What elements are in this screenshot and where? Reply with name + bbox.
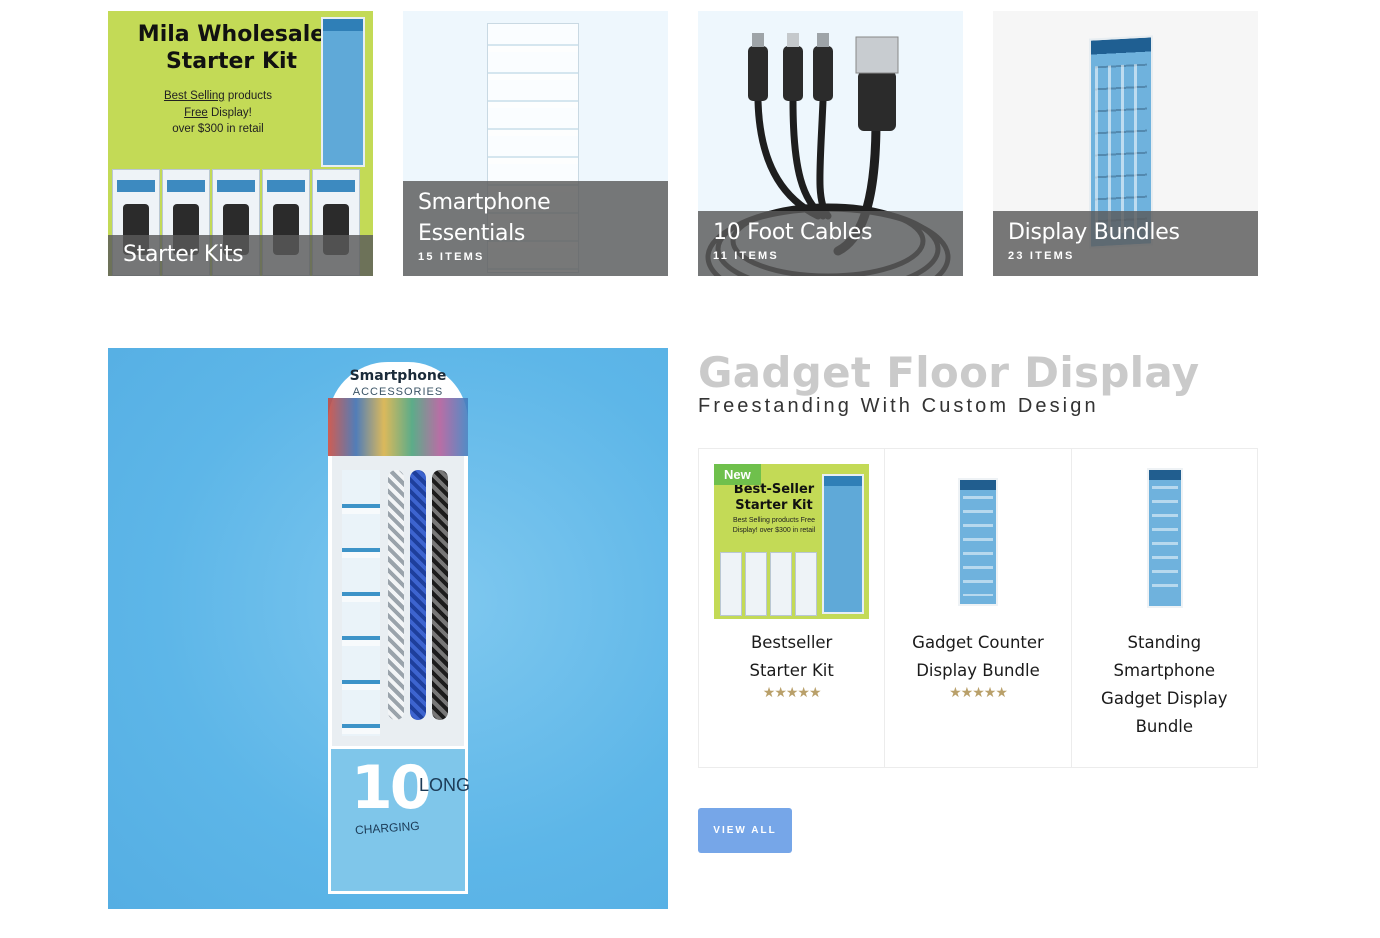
section-title: Gadget Floor Display xyxy=(698,348,1200,397)
promo-text: Best Selling products Free Display! over… xyxy=(163,90,273,135)
product-card[interactable]: Best-Seller Starter Kit Best Selling pro… xyxy=(699,449,886,767)
product-image[interactable] xyxy=(900,464,1055,619)
product-card[interactable]: Standing Smartphone Gadget Display Bundl… xyxy=(1072,449,1257,767)
new-badge: New xyxy=(714,464,761,485)
tile-caption: Smartphone Essentials 15 ITEMS xyxy=(403,181,668,276)
tile-item-count: 11 ITEMS xyxy=(713,250,779,262)
rating-stars: ★★★★★ xyxy=(949,685,1008,701)
product-image[interactable] xyxy=(1087,464,1242,619)
display-header-title: Smartphone xyxy=(349,368,447,384)
product-image-text: Best Selling products Free Display! over… xyxy=(732,517,816,534)
category-tile-display-bundles[interactable]: Display Bundles 23 ITEMS xyxy=(993,11,1258,276)
tile-title: Starter Kits xyxy=(123,242,244,267)
section-subtitle: Freestanding With Custom Design xyxy=(698,395,1099,417)
category-tile-10-foot-cables[interactable]: 10 Foot Cables 11 ITEMS xyxy=(698,11,963,276)
display-rack-image xyxy=(321,17,365,167)
product-grid: Best-Seller Starter Kit Best Selling pro… xyxy=(698,448,1258,768)
product-name[interactable]: Gadget Counter Display Bundle xyxy=(908,629,1048,685)
promo-heading: Mila Wholesale Starter Kit xyxy=(137,22,326,74)
display-rack-image xyxy=(822,474,864,614)
product-pack-image xyxy=(720,552,742,616)
tile-title: 10 Foot Cables xyxy=(713,220,873,245)
product-image-heading: Best-Seller Starter Kit xyxy=(733,482,815,513)
tile-caption: Starter Kits xyxy=(108,235,373,276)
product-name-block: Gadget Counter Display Bundle ★★★★★ xyxy=(895,629,1060,700)
tile-title: Display Bundles xyxy=(1008,220,1180,245)
display-base: 10 LONG CHARGING xyxy=(328,746,471,894)
cable-silver xyxy=(388,470,404,720)
rating-stars: ★★★★★ xyxy=(762,685,822,701)
product-image[interactable]: Best-Seller Starter Kit Best Selling pro… xyxy=(714,464,869,619)
product-card[interactable]: Gadget Counter Display Bundle ★★★★★ xyxy=(885,449,1072,767)
standing-display-image xyxy=(1146,468,1183,608)
display-shelf xyxy=(328,456,468,746)
display-base-number: 10 xyxy=(351,753,431,823)
product-pack-image xyxy=(770,552,792,616)
view-all-button[interactable]: VIEW ALL xyxy=(698,808,792,853)
category-tile-smartphone-essentials[interactable]: Smartphone Essentials 15 ITEMS xyxy=(403,11,668,276)
product-name[interactable]: Bestseller Starter Kit xyxy=(747,629,837,685)
counter-display-image xyxy=(958,478,999,606)
tile-caption: Display Bundles 23 ITEMS xyxy=(993,211,1258,276)
cable-black xyxy=(432,470,448,720)
tile-title: Smartphone Essentials xyxy=(418,190,551,246)
accessory-hooks xyxy=(342,470,380,736)
product-name-block: Standing Smartphone Gadget Display Bundl… xyxy=(1082,629,1247,741)
display-base-charging: CHARGING xyxy=(354,818,421,838)
product-pack-image xyxy=(795,552,817,616)
product-name[interactable]: Standing Smartphone Gadget Display Bundl… xyxy=(1099,629,1229,741)
display-banner-photo xyxy=(328,398,468,456)
tile-item-count: 23 ITEMS xyxy=(1008,250,1075,262)
category-tile-starter-kits[interactable]: Mila Wholesale Starter Kit Best Selling … xyxy=(108,11,373,276)
cable-blue xyxy=(410,470,426,720)
display-header-subtitle: ACCESSORIES xyxy=(352,386,444,398)
tile-caption: 10 Foot Cables 11 ITEMS xyxy=(698,211,963,276)
display-base-length: LONG xyxy=(419,775,471,795)
tile-item-count: 15 ITEMS xyxy=(418,251,485,263)
product-name-block: Bestseller Starter Kit ★★★★★ xyxy=(709,629,874,700)
product-pack-image xyxy=(745,552,767,616)
hero-floor-display-image: Smartphone ACCESSORIES 10 LONG CHARGING xyxy=(108,348,668,909)
